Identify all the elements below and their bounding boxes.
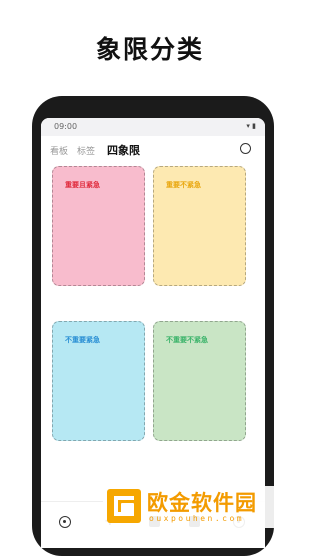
watermark-logo-icon bbox=[107, 489, 141, 523]
status-bar: 09:00 ▾ ▮ bbox=[41, 118, 265, 136]
quadrant-label: 不重要紧急 bbox=[65, 336, 100, 344]
target-icon[interactable] bbox=[59, 516, 71, 528]
circle-icon[interactable] bbox=[240, 143, 251, 154]
status-time: 09:00 bbox=[54, 122, 78, 131]
tab-board[interactable]: 看板 bbox=[50, 144, 68, 157]
quadrant-urgent-not-important[interactable]: 不重要紧急 bbox=[52, 321, 145, 441]
tab-bar: 看板 标签 四象限 bbox=[41, 138, 265, 160]
quadrant-label: 重要且紧急 bbox=[65, 181, 100, 189]
quadrant-label: 重要不紧急 bbox=[166, 181, 201, 189]
watermark-url: ouxpouhen.com bbox=[149, 514, 245, 523]
quadrant-neither[interactable]: 不重要不紧急 bbox=[153, 321, 246, 441]
quadrant-urgent-important[interactable]: 重要且紧急 bbox=[52, 166, 145, 286]
tab-tags[interactable]: 标签 bbox=[77, 144, 95, 157]
quadrant-label: 不重要不紧急 bbox=[166, 336, 208, 344]
tab-four-quadrants[interactable]: 四象限 bbox=[107, 142, 140, 158]
watermark: 欧金软件园 ouxpouhen.com bbox=[103, 486, 293, 528]
quadrant-important-not-urgent[interactable]: 重要不紧急 bbox=[153, 166, 246, 286]
app-screen: 09:00 ▾ ▮ 看板 标签 四象限 重要且紧急 重要不紧急 不重要紧急 不重… bbox=[41, 118, 265, 548]
watermark-name: 欧金软件园 bbox=[147, 491, 257, 515]
signal-battery-icon: ▾ ▮ bbox=[246, 122, 256, 130]
page-headline: 象限分类 bbox=[95, 35, 204, 64]
